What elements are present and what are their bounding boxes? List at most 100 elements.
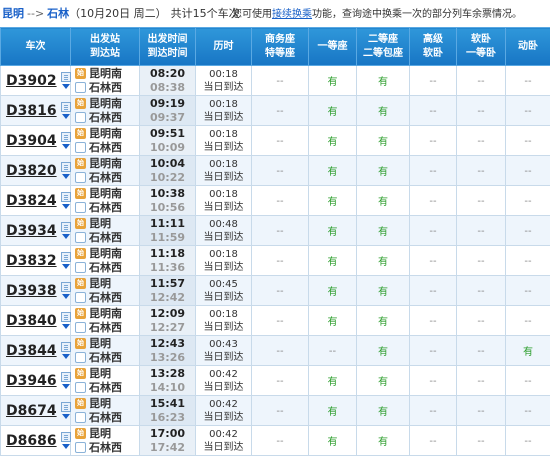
first-class-cell: 有 [309, 246, 357, 276]
train-number-link[interactable]: D3934 [6, 223, 57, 239]
dropdown-arrow-icon[interactable] [62, 144, 70, 149]
arrival-station: 石林西 [89, 441, 122, 455]
dropdown-arrow-icon[interactable] [62, 354, 70, 359]
dropdown-arrow-icon[interactable] [62, 294, 70, 299]
timetable-icon[interactable] [61, 312, 71, 322]
second-class-cell: 有 [357, 336, 410, 366]
train-cell: D3946 [1, 366, 71, 396]
premium-soft-cell: -- [410, 96, 457, 126]
train-number-link[interactable]: D8686 [6, 433, 57, 449]
arrival-time: 08:38 [140, 81, 195, 95]
table-row[interactable]: D3820 始昆明南 过石林西 10:0410:22 00:18当日到达 -- … [1, 156, 550, 186]
table-row[interactable]: D3902 始昆明南 过石林西 08:2008:38 00:18当日到达 -- … [1, 66, 550, 96]
dropdown-arrow-icon[interactable] [62, 174, 70, 179]
timetable-icon[interactable] [61, 222, 71, 232]
train-cell: D3840 [1, 306, 71, 336]
table-row[interactable]: D3832 始昆明南 过石林西 11:1811:36 00:18当日到达 -- … [1, 246, 550, 276]
train-number-link[interactable]: D3820 [6, 163, 57, 179]
train-number-link[interactable]: D3938 [6, 283, 57, 299]
business-seat-cell: -- [252, 276, 309, 306]
dropdown-arrow-icon[interactable] [62, 114, 70, 119]
train-number-link[interactable]: D3824 [6, 193, 57, 209]
table-row[interactable]: D3946 始昆明 过石林西 13:2814:10 00:42当日到达 -- 有… [1, 366, 550, 396]
arrival-station: 石林西 [89, 291, 122, 305]
first-class-cell: 有 [309, 186, 357, 216]
first-class-cell: 有 [309, 276, 357, 306]
departure-time: 13:28 [140, 367, 195, 381]
header-time[interactable]: 出发时间到达时间 [140, 28, 196, 66]
departure-time: 15:41 [140, 397, 195, 411]
station-cell: 始昆明南 过石林西 [71, 156, 140, 186]
train-cell: D3824 [1, 186, 71, 216]
table-row[interactable]: D3904 始昆明南 过石林西 09:5110:09 00:18当日到达 -- … [1, 126, 550, 156]
train-number-link[interactable]: D3816 [6, 103, 57, 119]
timetable-icon[interactable] [61, 342, 71, 352]
dropdown-arrow-icon[interactable] [62, 444, 70, 449]
dropdown-arrow-icon[interactable] [62, 414, 70, 419]
arrival-time: 11:59 [140, 231, 195, 245]
table-row[interactable]: D3840 始昆明南 过石林西 12:0912:27 00:18当日到达 -- … [1, 306, 550, 336]
soft-sleeper-cell: -- [457, 96, 506, 126]
timetable-icon[interactable] [61, 252, 71, 262]
timetable-icon[interactable] [61, 372, 71, 382]
business-seat-cell: -- [252, 426, 309, 456]
first-class-cell: 有 [309, 396, 357, 426]
duration-cell: 00:18当日到达 [196, 246, 252, 276]
table-row[interactable]: D3934 始昆明 过石林西 11:1111:59 00:48当日到达 -- 有… [1, 216, 550, 246]
train-cell: D3938 [1, 276, 71, 306]
table-row[interactable]: D8674 始昆明 过石林西 15:4116:23 00:42当日到达 -- 有… [1, 396, 550, 426]
train-number-link[interactable]: D3840 [6, 313, 57, 329]
table-row[interactable]: D3816 始昆明南 过石林西 09:1909:37 00:18当日到达 -- … [1, 96, 550, 126]
header-station[interactable]: 出发站到达站 [71, 28, 140, 66]
dropdown-arrow-icon[interactable] [62, 84, 70, 89]
second-class-cell: 有 [357, 96, 410, 126]
second-class-cell: 有 [357, 156, 410, 186]
train-cell: D3844 [1, 336, 71, 366]
bullet-sleeper-cell: -- [506, 306, 550, 336]
arrival-station: 石林西 [89, 111, 122, 125]
header-train[interactable]: 车次 [1, 28, 71, 66]
bullet-sleeper-cell: -- [506, 156, 550, 186]
header-duration[interactable]: 历时 [196, 28, 252, 66]
table-row[interactable]: D3824 始昆明南 过石林西 10:3810:56 00:18当日到达 -- … [1, 186, 550, 216]
dropdown-arrow-icon[interactable] [62, 324, 70, 329]
premium-soft-cell: -- [410, 426, 457, 456]
dropdown-arrow-icon[interactable] [62, 264, 70, 269]
train-number-link[interactable]: D3902 [6, 73, 57, 89]
destination-badge-icon: 过 [75, 382, 86, 393]
train-number-link[interactable]: D3844 [6, 343, 57, 359]
dropdown-arrow-icon[interactable] [62, 384, 70, 389]
destination-badge-icon: 过 [75, 352, 86, 363]
dropdown-arrow-icon[interactable] [62, 204, 70, 209]
train-number-link[interactable]: D3832 [6, 253, 57, 269]
destination-badge-icon: 过 [75, 322, 86, 333]
train-number-link[interactable]: D8674 [6, 403, 57, 419]
premium-soft-cell: -- [410, 306, 457, 336]
duration-value: 00:18 [196, 158, 251, 171]
timetable-icon[interactable] [61, 162, 71, 172]
dropdown-arrow-icon[interactable] [62, 234, 70, 239]
table-row[interactable]: D3938 始昆明 过石林西 11:5712:42 00:45当日到达 -- 有… [1, 276, 550, 306]
same-day-arrival: 当日到达 [196, 381, 251, 394]
transfer-link[interactable]: 接续换乘 [272, 9, 312, 20]
departure-station: 昆明 [89, 277, 111, 291]
timetable-icon[interactable] [61, 192, 71, 202]
train-number-link[interactable]: D3904 [6, 133, 57, 149]
train-cell: D3902 [1, 66, 71, 96]
departure-station: 昆明南 [89, 97, 122, 111]
table-row[interactable]: D8686 始昆明 过石林西 17:0017:42 00:42当日到达 -- 有… [1, 426, 550, 456]
timetable-icon[interactable] [61, 132, 71, 142]
departure-time: 09:19 [140, 97, 195, 111]
timetable-icon[interactable] [61, 402, 71, 412]
departure-station: 昆明南 [89, 127, 122, 141]
arrival-time: 16:23 [140, 411, 195, 425]
origin-badge-icon: 始 [75, 278, 86, 289]
timetable-icon[interactable] [61, 102, 71, 112]
table-row[interactable]: D3844 始昆明 过石林西 12:4313:26 00:43当日到达 -- -… [1, 336, 550, 366]
timetable-icon[interactable] [61, 432, 71, 442]
soft-sleeper-cell: -- [457, 396, 506, 426]
travel-date: （10月20日 周二） [69, 7, 167, 20]
timetable-icon[interactable] [61, 72, 71, 82]
timetable-icon[interactable] [61, 282, 71, 292]
train-number-link[interactable]: D3946 [6, 373, 57, 389]
